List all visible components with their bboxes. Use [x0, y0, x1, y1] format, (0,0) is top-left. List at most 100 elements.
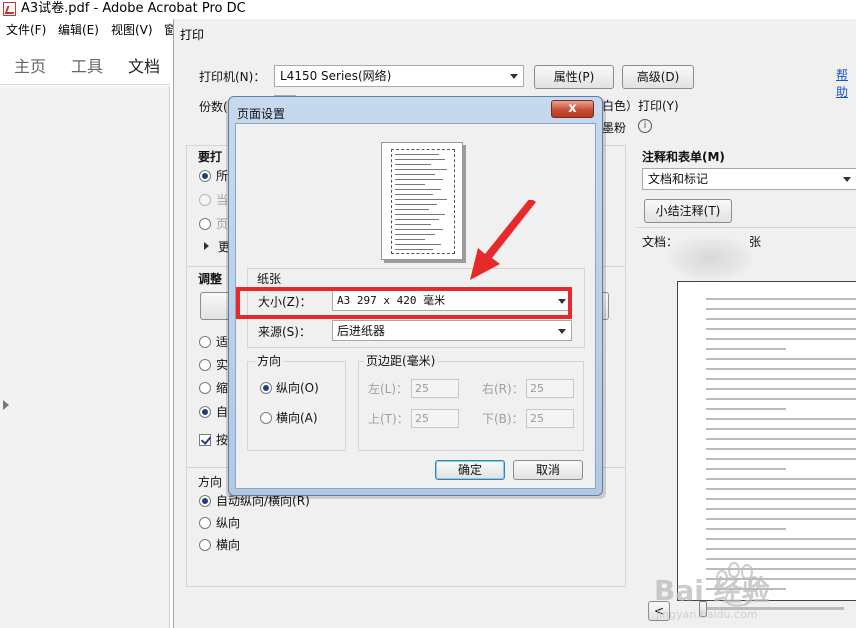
preview-text-line	[706, 348, 786, 350]
app-title-bar: A3试卷.pdf - Adobe Acrobat Pro DC	[0, 0, 856, 19]
sizing-radio-custom[interactable]	[199, 406, 211, 418]
sizing-section-title: 调整	[198, 272, 223, 286]
print-preview-page	[677, 281, 856, 601]
close-icon: x	[568, 101, 577, 116]
preview-text-line	[706, 408, 786, 410]
ok-button[interactable]: 确定	[435, 460, 505, 480]
preview-text-line	[706, 328, 856, 330]
printer-label: 打印机(N)：	[199, 70, 266, 84]
blurred-region	[668, 236, 753, 281]
tab-tools[interactable]: 工具	[71, 53, 103, 77]
paper-source-select[interactable]: 后进纸器	[332, 320, 572, 341]
paper-preview-thumbnail	[381, 142, 463, 260]
info-icon[interactable]: i	[638, 119, 652, 133]
copies-label: 份数(	[199, 100, 228, 114]
menu-file[interactable]: 文件(F)	[6, 22, 46, 38]
expand-icon[interactable]	[204, 242, 209, 250]
preview-text-line	[706, 398, 856, 400]
summarize-comments-button[interactable]: 小结注释(T)	[644, 199, 732, 223]
printer-select[interactable]: L4150 Series(网络)	[274, 65, 524, 87]
preview-text-line	[706, 428, 856, 430]
orientation-radio-landscape[interactable]	[199, 539, 211, 551]
printer-value: L4150 Series(网络)	[280, 69, 392, 83]
paper-source-value: 后进纸器	[337, 324, 386, 338]
sizing-radio-actual[interactable]	[199, 359, 211, 371]
help-link[interactable]: 帮助	[836, 66, 856, 100]
comments-title: 注释和表单(M)	[642, 150, 725, 164]
top-margin-input[interactable]: 25	[411, 409, 459, 428]
pages-radio-all[interactable]	[199, 170, 211, 182]
chevron-down-icon	[843, 177, 851, 182]
thumbnail-text-line	[395, 229, 443, 230]
watermark-url: jingyan.baidu.com	[655, 608, 758, 621]
tab-document[interactable]: 文档	[128, 53, 160, 77]
left-margin-label: 左(L)：	[368, 382, 409, 396]
print-dialog-title: 打印	[180, 28, 205, 42]
preview-text-line	[706, 418, 856, 420]
right-margin-input[interactable]: 25	[526, 379, 574, 398]
comments-select[interactable]: 文档和标记	[642, 168, 856, 190]
landscape-label: 横向(A)	[276, 411, 318, 425]
orientation-option-landscape: 横向	[216, 538, 241, 552]
preview-text-line	[706, 358, 856, 360]
sizing-radio-fit[interactable]	[199, 336, 211, 348]
ps-orientation-group	[247, 361, 346, 451]
grayscale-option[interactable]: 白色）打印(Y)	[602, 98, 679, 114]
properties-button[interactable]: 属性(P)	[534, 65, 614, 89]
baidu-watermark: Bai 经验 jingyan.baidu.com	[654, 562, 770, 621]
menu-view[interactable]: 视图(V)	[111, 22, 153, 38]
orientation-radio-portrait[interactable]	[199, 517, 211, 529]
portrait-label: 纵向(O)	[276, 381, 319, 395]
cancel-button[interactable]: 取消	[513, 460, 583, 480]
preview-text-line	[706, 378, 856, 380]
tab-home[interactable]: 主页	[14, 53, 46, 77]
left-margin-input[interactable]: 25	[411, 379, 459, 398]
landscape-radio[interactable]	[260, 412, 272, 424]
thumbnail-text-line	[395, 199, 447, 200]
preview-text-line	[706, 308, 856, 310]
comments-value: 文档和标记	[648, 172, 709, 186]
thumbnail-text-line	[395, 159, 445, 160]
thumbnail-text-line	[395, 239, 425, 240]
thumbnail-text-line	[395, 204, 437, 205]
menu-edit[interactable]: 编辑(E)	[58, 22, 99, 38]
portrait-radio[interactable]	[260, 382, 272, 394]
divider	[636, 227, 856, 228]
choose-paper-checkbox[interactable]	[199, 434, 211, 446]
pages-radio-range[interactable]	[199, 218, 211, 230]
sizing-radio-shrink[interactable]	[199, 382, 211, 394]
pages-radio-current[interactable]	[199, 194, 211, 206]
thumbnail-text-line	[395, 249, 433, 250]
bottom-margin-input[interactable]: 25	[526, 409, 574, 428]
expand-panel-icon[interactable]	[3, 400, 9, 410]
thumbnail-text-line	[395, 169, 447, 170]
thumbnail-text-line	[395, 189, 441, 190]
advanced-button[interactable]: 高级(D)	[622, 65, 694, 89]
thumbnail-text-line	[395, 234, 435, 235]
close-button[interactable]: x	[551, 100, 594, 118]
thumbnail-text-line	[395, 194, 433, 195]
preview-text-line	[706, 548, 856, 550]
orientation-section-title: 方向	[198, 475, 223, 489]
preview-text-line	[706, 518, 856, 520]
thumbnail-text-line	[395, 219, 439, 220]
preview-text-line	[706, 528, 786, 530]
red-arrow-icon	[470, 200, 536, 280]
preview-text-line	[706, 368, 856, 370]
preview-text-line	[706, 448, 856, 450]
orientation-radio-auto[interactable]	[199, 495, 211, 507]
orientation-option-portrait: 纵向	[216, 516, 241, 530]
preview-text-line	[706, 538, 856, 540]
margins-group-title: 页边距(毫米)	[364, 354, 438, 368]
preview-text-line	[706, 338, 856, 340]
highlight-box	[236, 287, 572, 319]
ps-orientation-title: 方向	[255, 354, 284, 368]
thumbnail-text-line	[395, 244, 441, 245]
chevron-down-icon	[558, 329, 566, 334]
thumbnail-text-line	[395, 209, 429, 210]
paper-group-title: 纸张	[255, 272, 284, 286]
thumbnail-text-line	[395, 214, 445, 215]
preview-text-line	[706, 468, 786, 470]
preview-text-line	[706, 488, 856, 490]
thumbnail-text-line	[395, 224, 431, 225]
